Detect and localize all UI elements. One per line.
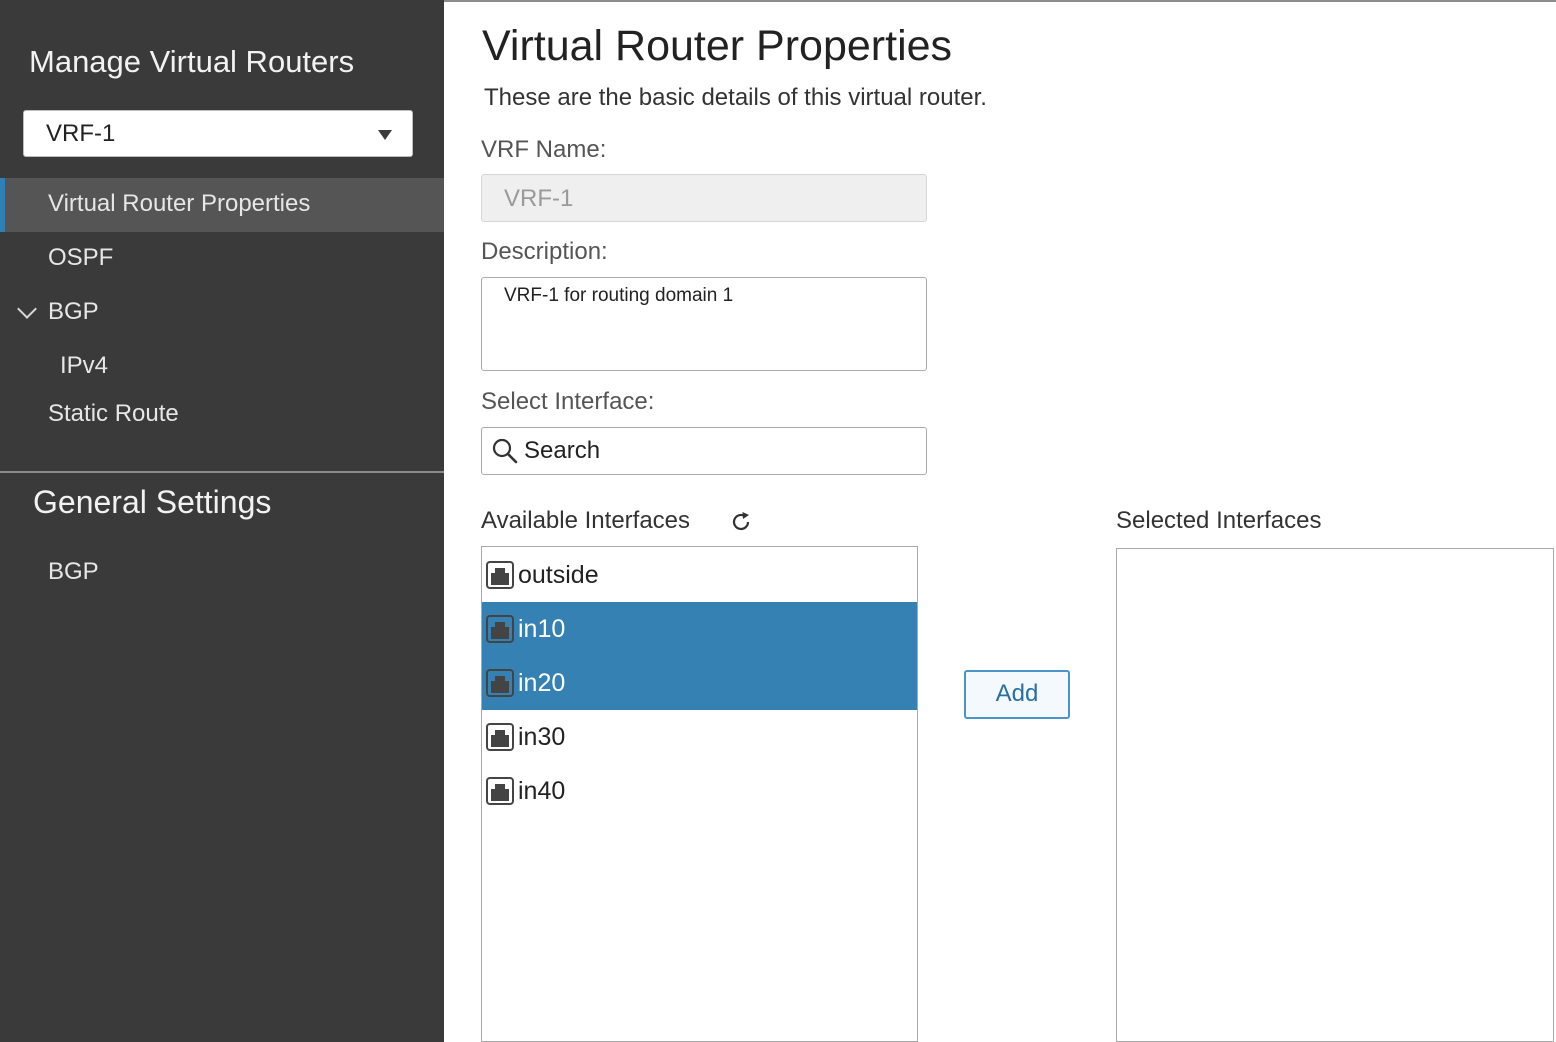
interface-name: in40 xyxy=(518,777,566,805)
sidebar-divider xyxy=(0,471,444,473)
interface-icon xyxy=(486,669,514,697)
vrf-name-value: VRF-1 xyxy=(504,185,574,212)
interface-item-in20[interactable]: in20 xyxy=(482,656,917,710)
sidebar-item-label: OSPF xyxy=(48,244,114,271)
vrf-name-field: VRF-1 xyxy=(481,174,927,222)
sidebar-item-static-route[interactable]: Static Route xyxy=(0,388,444,442)
interface-search-box[interactable] xyxy=(481,427,927,475)
interface-name: in10 xyxy=(518,615,566,643)
sidebar-item-general-bgp[interactable]: BGP xyxy=(0,546,444,600)
select-interface-label: Select Interface: xyxy=(481,388,655,415)
sidebar-item-label: IPv4 xyxy=(60,352,109,379)
available-interfaces-list[interactable]: outside in10 in20 in30 in40 xyxy=(481,546,918,1042)
interface-icon xyxy=(486,615,514,643)
interface-item-in10[interactable]: in10 xyxy=(482,602,917,656)
description-value: VRF-1 for routing domain 1 xyxy=(504,285,734,306)
search-input[interactable] xyxy=(524,434,904,468)
selected-interfaces-label: Selected Interfaces xyxy=(1116,507,1322,534)
description-label: Description: xyxy=(481,238,608,265)
refresh-icon[interactable] xyxy=(729,510,753,534)
vrf-name-label: VRF Name: xyxy=(481,136,607,163)
active-indicator xyxy=(0,178,5,232)
page-subtitle: These are the basic details of this virt… xyxy=(484,84,987,111)
interface-name: outside xyxy=(518,561,599,589)
interface-item-outside[interactable]: outside xyxy=(482,548,917,602)
page-title: Virtual Router Properties xyxy=(482,22,953,70)
caret-down-icon xyxy=(378,130,392,140)
sidebar: Manage Virtual Routers VRF-1 Virtual Rou… xyxy=(0,0,444,1042)
available-interfaces-label: Available Interfaces xyxy=(481,507,691,534)
search-icon xyxy=(492,438,518,464)
interface-name: in20 xyxy=(518,669,566,697)
sidebar-item-ipv4[interactable]: IPv4 xyxy=(0,340,444,394)
add-button[interactable]: Add xyxy=(964,670,1070,719)
vrf-select-value: VRF-1 xyxy=(46,120,116,147)
sidebar-item-label: BGP xyxy=(48,558,99,585)
sidebar-item-label: Static Route xyxy=(48,400,179,427)
sidebar-title: Manage Virtual Routers xyxy=(29,44,355,79)
general-settings-title: General Settings xyxy=(33,484,272,520)
interface-item-in30[interactable]: in30 xyxy=(482,710,917,764)
interface-icon xyxy=(486,561,514,589)
sidebar-item-ospf[interactable]: OSPF xyxy=(0,232,444,286)
interface-icon xyxy=(486,723,514,751)
sidebar-item-virtual-router-properties[interactable]: Virtual Router Properties xyxy=(0,178,444,232)
description-field[interactable]: VRF-1 for routing domain 1 xyxy=(481,277,927,371)
app-window: Manage Virtual Routers VRF-1 Virtual Rou… xyxy=(0,0,1556,1042)
selected-interfaces-list[interactable] xyxy=(1116,548,1554,1042)
sidebar-item-label: Virtual Router Properties xyxy=(48,190,311,217)
main-panel: Virtual Router Properties These are the … xyxy=(444,0,1556,1042)
chevron-down-icon[interactable] xyxy=(17,299,37,319)
sidebar-item-bgp[interactable]: BGP xyxy=(0,286,444,340)
sidebar-item-label: BGP xyxy=(48,298,99,325)
interface-item-in40[interactable]: in40 xyxy=(482,764,917,818)
interface-icon xyxy=(486,777,514,805)
vrf-select[interactable]: VRF-1 xyxy=(23,110,413,157)
interface-name: in30 xyxy=(518,723,566,751)
